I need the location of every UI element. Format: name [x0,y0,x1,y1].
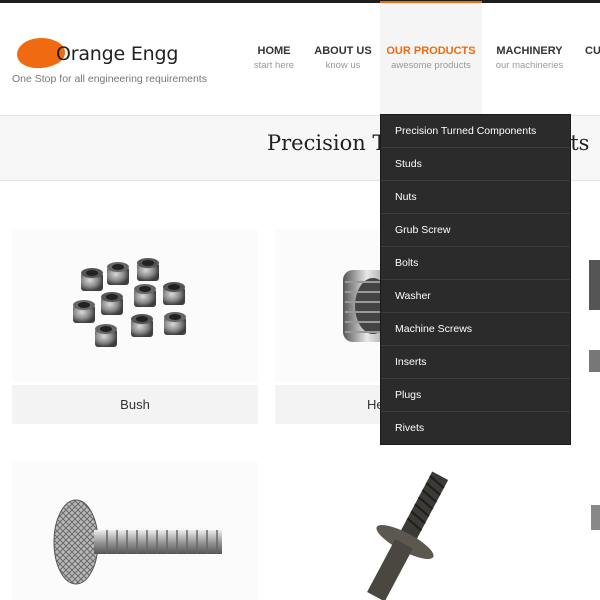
nav-products-sub: awesome products [391,60,471,71]
product-image-bush[interactable] [12,230,258,382]
nav-about-sub: know us [325,60,361,71]
nav-machinery-label: MACHINERY [496,45,563,57]
stud-image [367,471,449,600]
menu-item-machine-screws[interactable]: Machine Screws [381,313,570,346]
thumb-screw-image [53,499,222,585]
menu-item-inserts[interactable]: Inserts [381,346,570,379]
site-tagline: One Stop for all engineering requirement… [12,73,207,85]
product-image-stud[interactable] [275,462,521,600]
menu-item-nuts[interactable]: Nuts [381,181,570,214]
nav-home-label: HOME [257,45,291,57]
menu-item-plugs[interactable]: Plugs [381,379,570,412]
products-dropdown-menu: Precision Turned Components Studs Nuts G… [380,114,571,445]
product-image-partial-2[interactable] [585,500,600,540]
menu-item-studs[interactable]: Studs [381,148,570,181]
menu-item-rivets[interactable]: Rivets [381,412,570,444]
nav-about-us[interactable]: ABOUT US know us [312,3,374,114]
nav-about-label: ABOUT US [314,45,372,57]
nav-home-sub: start here [253,60,295,71]
nav-machinery-sub: our machineries [495,60,564,71]
menu-item-washer[interactable]: Washer [381,280,570,313]
partial-product-image [589,260,600,372]
nav-home[interactable]: HOME start here [246,3,302,114]
menu-item-precision-turned-components[interactable]: Precision Turned Components [381,115,570,148]
bush-parts-image [73,258,186,347]
site-logo[interactable]: Orange Engg [56,43,178,65]
nav-contact-label: CU [585,45,600,57]
menu-item-grub-screw[interactable]: Grub Screw [381,214,570,247]
menu-item-bolts[interactable]: Bolts [381,247,570,280]
product-label-bush[interactable]: Bush [12,385,258,424]
nav-products-label: OUR PRODUCTS [386,45,476,57]
partial-product-image-2 [591,505,600,530]
nav-contact-us[interactable]: CU [585,3,600,114]
nav-machinery[interactable]: MACHINERY our machineries [492,3,567,114]
product-image-thumb-screw[interactable] [12,462,258,600]
nav-our-products[interactable]: OUR PRODUCTS awesome products [380,1,482,114]
product-image-partial[interactable] [575,230,600,382]
